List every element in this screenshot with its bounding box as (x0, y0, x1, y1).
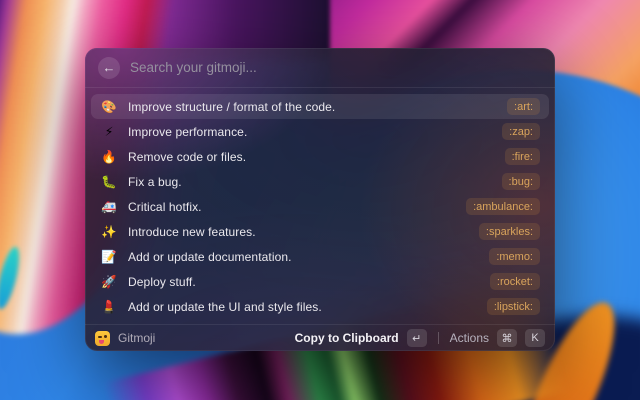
app-name-label: Gitmoji (118, 331, 155, 345)
search-bar: ← (85, 48, 555, 88)
copy-to-clipboard-action[interactable]: Copy to Clipboard (295, 331, 399, 345)
gitmoji-description: Fix a bug. (128, 175, 182, 189)
gitmoji-emoji-icon: ⚡ (100, 124, 118, 139)
footer-divider (438, 332, 439, 344)
cmd-key-badge[interactable]: ⌘ (497, 329, 517, 347)
gitmoji-description: Critical hotfix. (128, 200, 202, 214)
desktop: ← 🎨 Improve structure / format of the co… (0, 0, 640, 400)
gitmoji-emoji-icon: 🚀 (100, 274, 118, 290)
actions-menu-button[interactable]: Actions (450, 331, 489, 345)
gitmoji-list-item[interactable]: ⚡ Improve performance. :zap: (91, 119, 549, 144)
footer-bar: Gitmoji Copy to Clipboard ↵ Actions ⌘ K (85, 324, 555, 351)
gitmoji-description: Improve performance. (128, 125, 247, 139)
gitmoji-list-item[interactable]: 📝 Add or update documentation. :memo: (91, 244, 549, 269)
gitmoji-code-badge: :zap: (502, 123, 540, 140)
gitmoji-description: Introduce new features. (128, 225, 256, 239)
launcher-window: ← 🎨 Improve structure / format of the co… (85, 48, 555, 351)
gitmoji-list-item[interactable]: 🔥 Remove code or files. :fire: (91, 144, 549, 169)
gitmoji-emoji-icon: 🐛 (100, 174, 118, 190)
gitmoji-list-item[interactable]: ✨ Introduce new features. :sparkles: (91, 219, 549, 244)
back-button[interactable]: ← (98, 57, 120, 79)
gitmoji-list-item[interactable]: 💄 Add or update the UI and style files. … (91, 294, 549, 319)
gitmoji-description: Improve structure / format of the code. (128, 100, 335, 114)
gitmoji-description: Remove code or files. (128, 150, 246, 164)
gitmoji-list-item[interactable]: 🚑 Critical hotfix. :ambulance: (91, 194, 549, 219)
back-arrow-icon: ← (103, 61, 116, 74)
gitmoji-list-item[interactable]: 🚀 Deploy stuff. :rocket: (91, 269, 549, 294)
gitmoji-list: 🎨 Improve structure / format of the code… (85, 88, 555, 324)
gitmoji-code-badge: :lipstick: (487, 298, 540, 315)
gitmoji-description: Deploy stuff. (128, 275, 196, 289)
gitmoji-description: Add or update the UI and style files. (128, 300, 322, 314)
gitmoji-emoji-icon: ✨ (100, 224, 118, 240)
gitmoji-emoji-icon: 🔥 (100, 149, 118, 165)
gitmoji-code-badge: :memo: (489, 248, 540, 265)
gitmoji-code-badge: :sparkles: (479, 223, 540, 240)
enter-key-badge[interactable]: ↵ (407, 329, 427, 347)
gitmoji-code-badge: :bug: (502, 173, 540, 190)
gitmoji-list-item[interactable]: 🎨 Improve structure / format of the code… (91, 94, 549, 119)
gitmoji-code-badge: :ambulance: (466, 198, 540, 215)
gitmoji-emoji-icon: 💄 (100, 299, 118, 315)
gitmoji-app-icon (95, 331, 110, 346)
gitmoji-emoji-icon: 📝 (100, 249, 118, 265)
gitmoji-emoji-icon: 🚑 (100, 199, 118, 215)
k-key-badge[interactable]: K (525, 329, 545, 347)
search-input[interactable] (130, 60, 542, 75)
gitmoji-description: Add or update documentation. (128, 250, 292, 264)
gitmoji-code-badge: :art: (507, 98, 540, 115)
gitmoji-list-item[interactable]: 🐛 Fix a bug. :bug: (91, 169, 549, 194)
gitmoji-emoji-icon: 🎨 (100, 99, 118, 115)
gitmoji-code-badge: :fire: (505, 148, 540, 165)
gitmoji-code-badge: :rocket: (490, 273, 540, 290)
